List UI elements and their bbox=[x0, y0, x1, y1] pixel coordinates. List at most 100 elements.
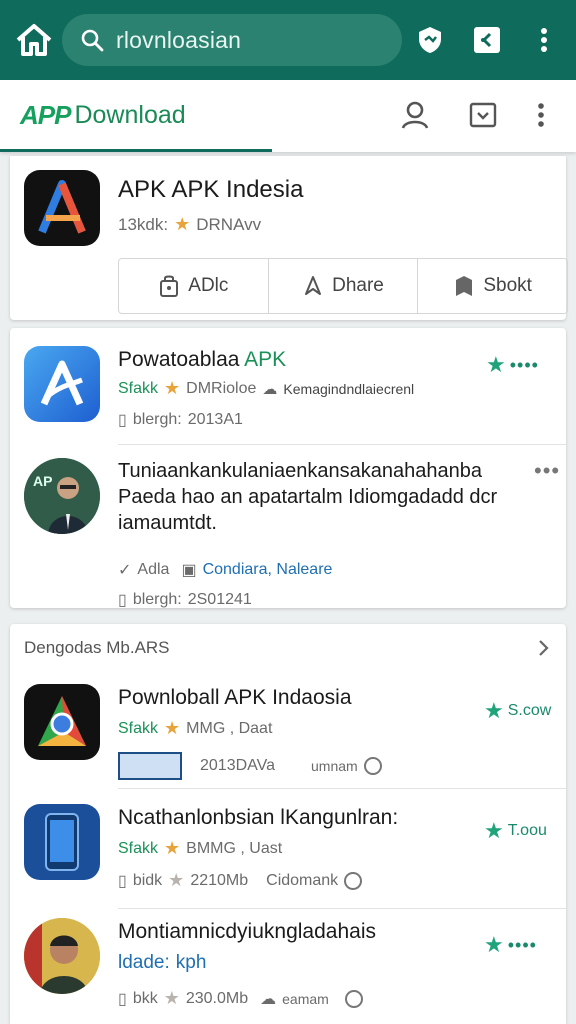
app-title-main: Powatoablaa bbox=[118, 348, 240, 371]
tab-indicator bbox=[0, 149, 272, 152]
share-label: Dhare bbox=[332, 275, 384, 296]
check-icon: ✓ bbox=[118, 562, 132, 579]
install-label: ADlc bbox=[188, 275, 229, 296]
app-meta: Sfakk ★ DMRioloe ☁ Kemagindndlaiecrenl bbox=[118, 378, 414, 399]
account-icon[interactable] bbox=[398, 98, 432, 132]
bookmark-label: Sbokt bbox=[483, 275, 532, 296]
app-title[interactable]: APK APK Indesia bbox=[118, 176, 303, 204]
divider bbox=[118, 788, 566, 789]
bookmark-button[interactable]: Sbokt bbox=[418, 259, 567, 313]
meta-extra: eamam bbox=[282, 990, 329, 1007]
date-label: blergh: bbox=[132, 591, 182, 608]
app-date: ▯ bkk ★ 230.0Mb ☁ eamam bbox=[118, 988, 363, 1009]
app-switch-icon[interactable] bbox=[471, 24, 503, 56]
rating-badge[interactable]: ★ •••• bbox=[484, 932, 537, 958]
star-icon: ★ bbox=[484, 818, 504, 843]
cloud-icon: ☁ bbox=[260, 990, 277, 1008]
meta-size-value: 2210Mb bbox=[190, 871, 249, 889]
svg-text:AP: AP bbox=[33, 473, 52, 489]
meta-extra: umnam bbox=[311, 758, 358, 774]
developer-badge-icon bbox=[118, 752, 182, 780]
list-item[interactable]: Ncathanlonbsian lKangunlran: Sfakk ★ BMM… bbox=[10, 794, 566, 908]
rating-badge[interactable]: ★ T.oou bbox=[484, 818, 547, 844]
search-input[interactable]: rlovnloasian bbox=[116, 27, 241, 54]
chevron-right-icon[interactable] bbox=[536, 638, 552, 658]
action-row: ADlc Dhare Sbokt bbox=[118, 258, 568, 314]
rating-value: S.cow bbox=[507, 702, 552, 719]
star-icon: ★ bbox=[174, 214, 191, 234]
app-description: Tuniaankankulaniaenkansakanahahanba Paed… bbox=[118, 460, 498, 534]
app-meta: 13kdk: ★ DRNAvv bbox=[118, 214, 261, 235]
app-date: 2013DAVa umnam bbox=[118, 752, 382, 780]
star-icon: ★ bbox=[168, 870, 185, 890]
meta-text-right: DRNAvv bbox=[196, 214, 262, 234]
section-header[interactable]: Dengodas Mb.ARS bbox=[24, 638, 170, 658]
clock-icon bbox=[344, 989, 363, 1008]
date-value: 2S01241 bbox=[187, 591, 252, 608]
date-label: blergh: bbox=[132, 411, 182, 428]
app-date: ▯ blergh: 2013A1 bbox=[118, 410, 243, 430]
brand-badge: APP bbox=[20, 99, 71, 130]
star-icon: ★ bbox=[484, 698, 504, 723]
meta-text: 13kdk: bbox=[118, 214, 169, 234]
brand-text: Download bbox=[74, 100, 186, 129]
more-dots-icon[interactable]: ••• bbox=[534, 458, 560, 484]
share-icon bbox=[305, 276, 322, 295]
avatar bbox=[24, 918, 100, 994]
app-list-card: Powatoablaa APK Sfakk ★ DMRioloe ☁ Kemag… bbox=[10, 328, 566, 609]
list-item[interactable]: Pownloball APK Indaosia Sfakk ★ MMG , Da… bbox=[10, 674, 566, 788]
date-value: 2013DAVa bbox=[200, 757, 276, 774]
avatar: AP bbox=[24, 458, 100, 534]
list-item[interactable]: Powatoablaa APK Sfakk ★ DMRioloe ☁ Kemag… bbox=[10, 328, 566, 444]
app-meta: Sfakk ★ MMG , Daat bbox=[118, 718, 272, 739]
rating-badge[interactable]: ★ S.cow bbox=[484, 698, 551, 724]
app-meta: Sfakk ★ BMMG , Uast bbox=[118, 838, 282, 859]
meta-text: BMMG , Uast bbox=[186, 839, 283, 857]
more-vert-icon[interactable] bbox=[528, 24, 560, 56]
bookmark-icon bbox=[456, 276, 473, 296]
more-dots-icon: •••• bbox=[507, 934, 537, 955]
rating-value: T.oou bbox=[507, 822, 547, 839]
meta-text: DMRioloe bbox=[186, 379, 257, 397]
app-logo[interactable]: APP Download bbox=[20, 98, 186, 132]
divider bbox=[118, 908, 566, 909]
app-meta: ✓ Adla ▣ Condiara, Naleare bbox=[118, 560, 332, 580]
share-button[interactable]: Dhare bbox=[269, 259, 419, 313]
meta-text: Adla bbox=[137, 561, 170, 578]
meta-text: MMG , Daat bbox=[186, 719, 273, 737]
meta-size: Sfakk bbox=[118, 719, 159, 737]
app-icon bbox=[24, 804, 100, 880]
top-bar: rlovnloasian bbox=[0, 0, 576, 80]
shield-icon[interactable] bbox=[414, 24, 446, 56]
meta-tag: kph bbox=[175, 952, 207, 973]
rating-badge[interactable]: ★ •••• bbox=[486, 352, 539, 378]
meta-category: Condiara, Naleare bbox=[202, 561, 333, 578]
star-icon: ★ bbox=[164, 378, 181, 398]
app-bar: APP Download bbox=[0, 80, 576, 152]
date-value: 2013A1 bbox=[187, 411, 243, 428]
star-icon: ★ bbox=[163, 988, 180, 1008]
app-title: Ncathanlonbsian lKangunlran: bbox=[118, 806, 399, 829]
calendar-icon: ▯ bbox=[118, 592, 127, 609]
search-icon bbox=[81, 29, 104, 52]
star-icon: ★ bbox=[486, 352, 506, 377]
star-icon: ★ bbox=[164, 718, 181, 738]
meta-size: Sfakk bbox=[118, 379, 159, 397]
app-icon bbox=[24, 684, 100, 760]
meta-extra: Cidomank bbox=[266, 871, 339, 889]
list-item[interactable]: Montiamnicdyiukngladahais ldade: kph ▯ b… bbox=[10, 912, 566, 1024]
search-bar[interactable]: rlovnloasian bbox=[62, 14, 402, 66]
list-item[interactable]: AP Tuniaankankulaniaenkansakanahahanba P… bbox=[10, 444, 566, 609]
meta-size-value: 230.0Mb bbox=[185, 989, 249, 1007]
install-button[interactable]: ADlc bbox=[119, 259, 269, 313]
more-vert-icon[interactable] bbox=[524, 98, 558, 132]
app-meta: ldade: kph bbox=[118, 952, 206, 974]
star-icon: ★ bbox=[164, 838, 181, 858]
app-icon bbox=[24, 346, 100, 422]
download-box-icon[interactable] bbox=[466, 98, 500, 132]
meta-label: bkk bbox=[132, 989, 158, 1007]
meta-developer: Kemagindndlaiecrenl bbox=[283, 380, 415, 397]
more-dots-icon: •••• bbox=[509, 354, 539, 375]
cloud-icon: ☁ bbox=[262, 380, 278, 398]
home-icon[interactable] bbox=[14, 22, 54, 58]
